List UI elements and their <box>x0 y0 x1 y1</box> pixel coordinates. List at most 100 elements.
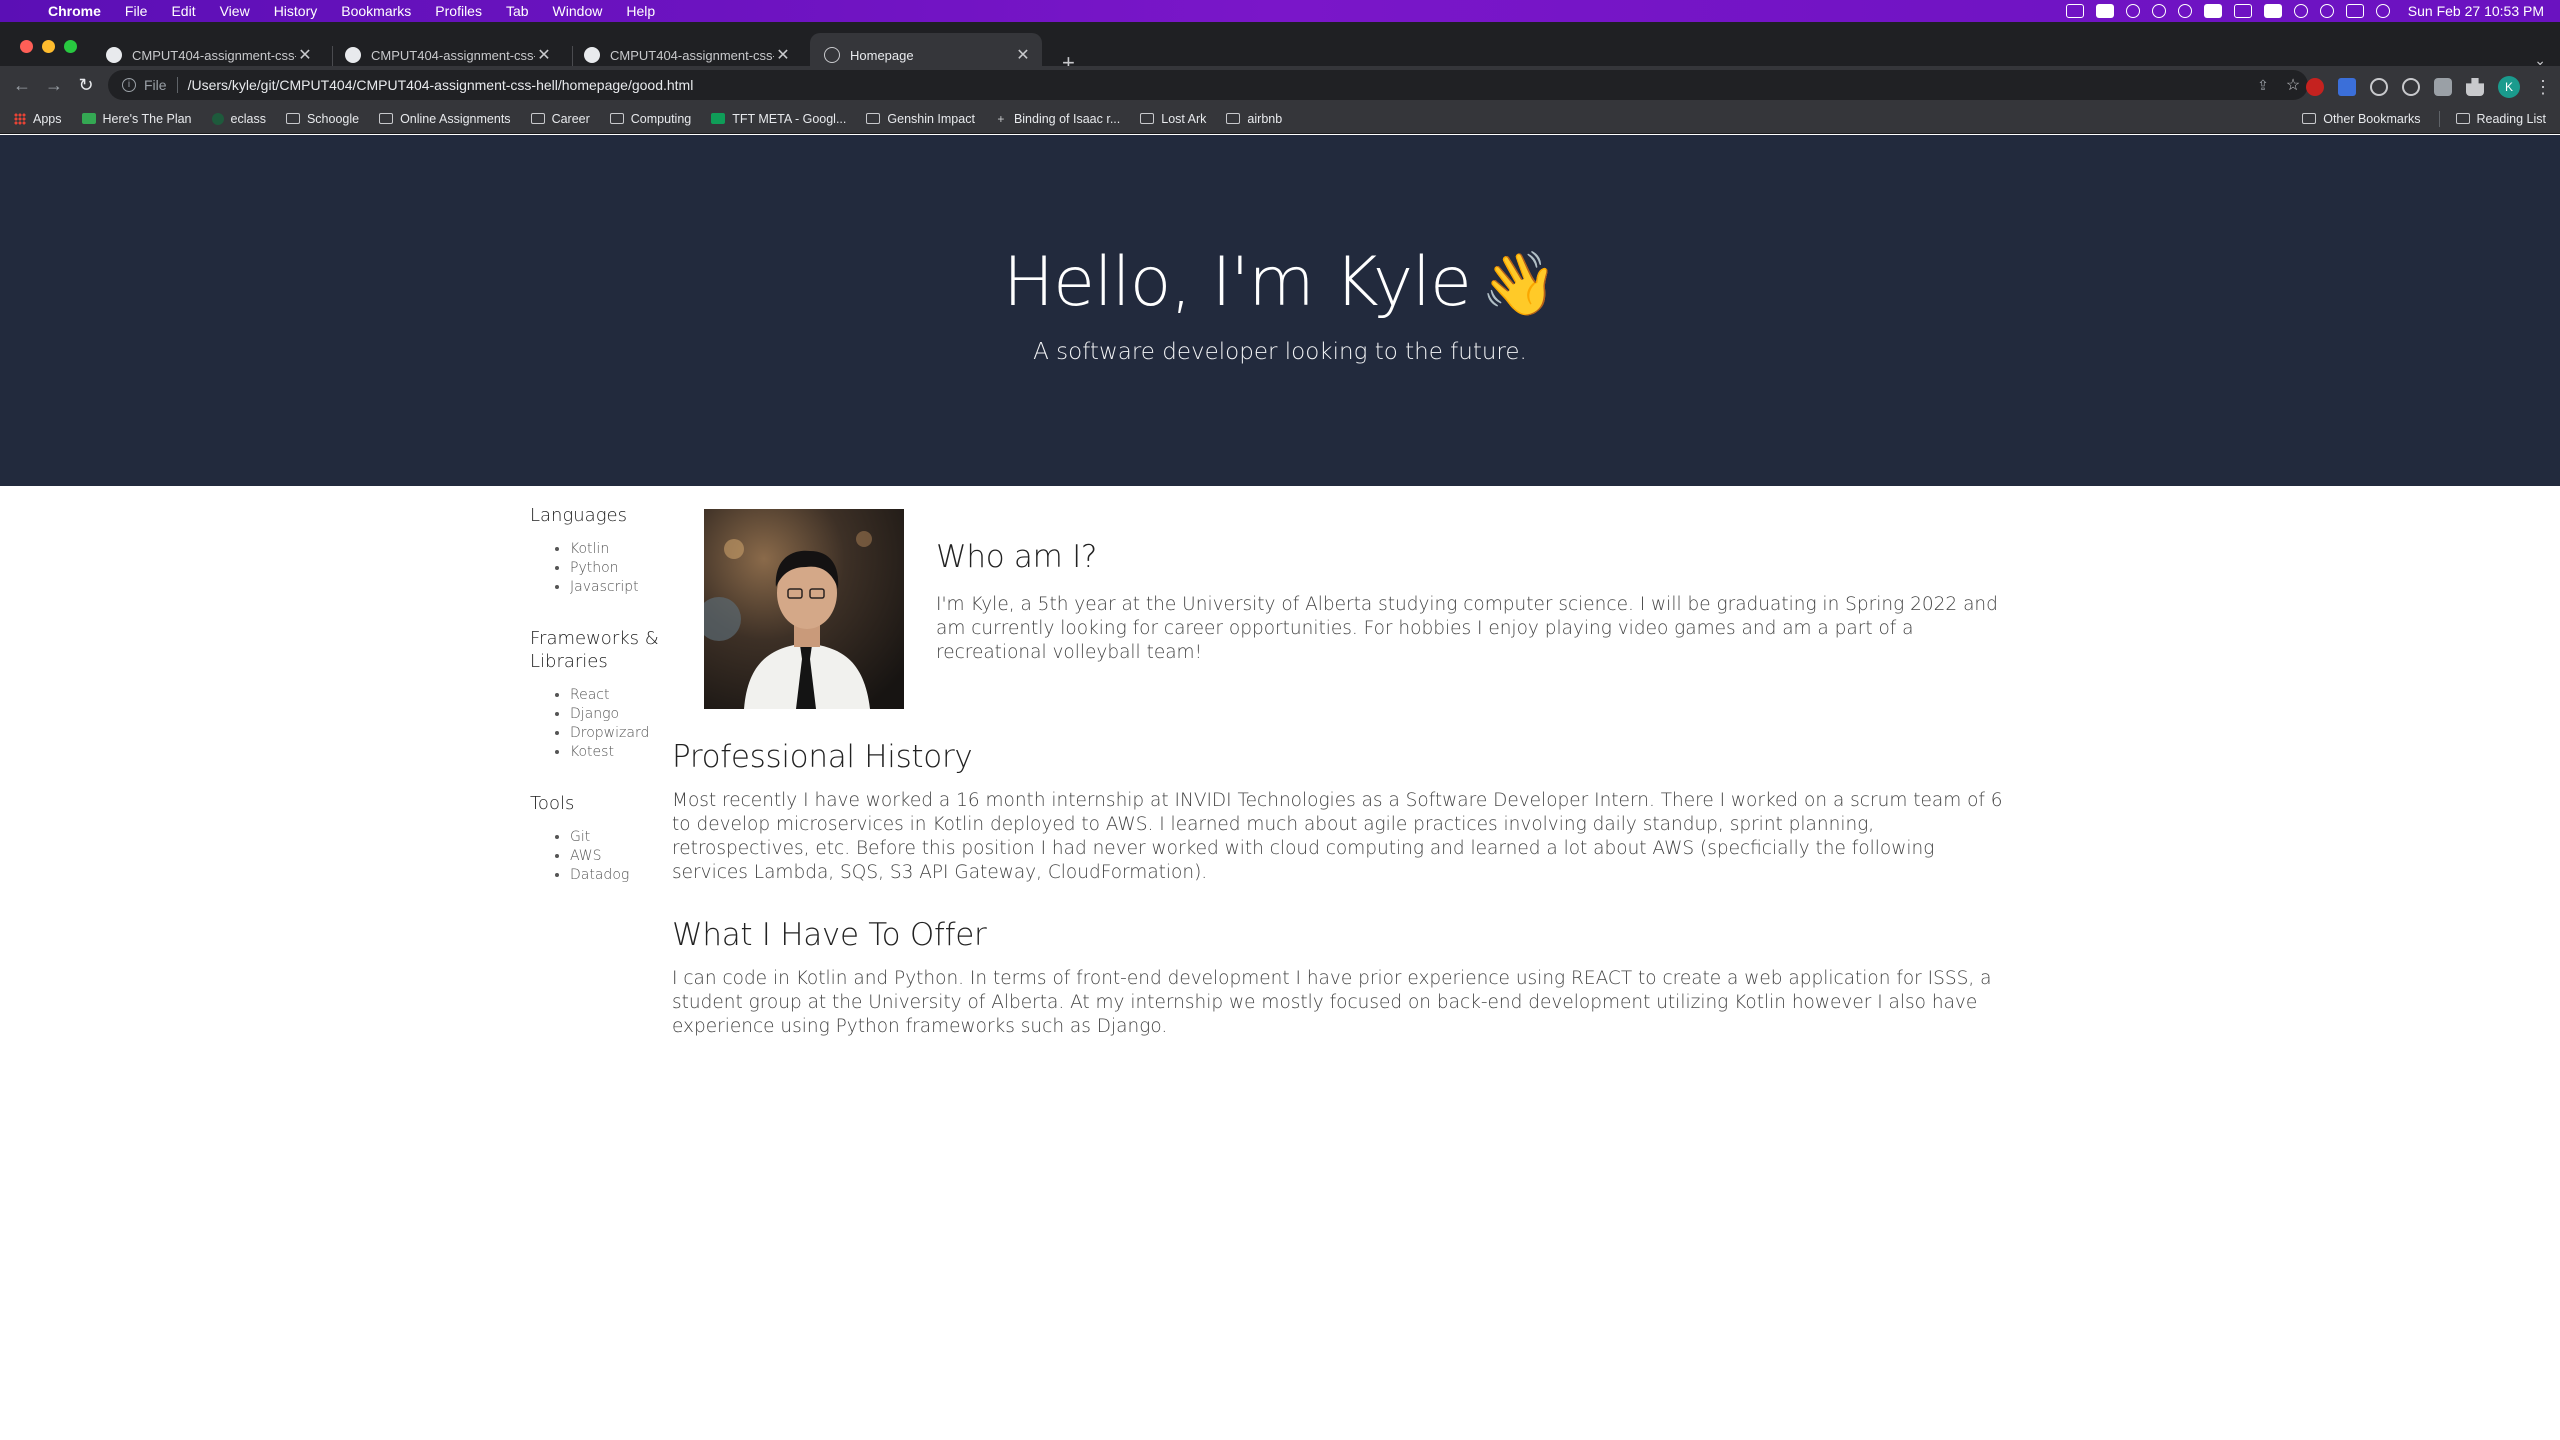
skill-list: React Django Dropwizard Kotest <box>570 686 670 762</box>
docker-icon[interactable] <box>2125 4 2140 18</box>
close-tab-icon[interactable]: ✕ <box>296 45 314 65</box>
bookmark-item[interactable]: TFT META - Googl... <box>711 112 846 126</box>
reader-extension-icon[interactable] <box>2434 78 2452 96</box>
screens-icon[interactable] <box>2233 4 2252 18</box>
bookmark-label: airbnb <box>1247 111 1283 126</box>
notification-app-icon[interactable] <box>2151 4 2166 18</box>
list-item: AWS <box>570 847 670 866</box>
list-item: React <box>570 686 670 705</box>
menu-view[interactable]: View <box>208 0 262 22</box>
bookmarks-bar: Apps Here's The Plan eclass Schoogle Onl… <box>0 104 2560 134</box>
menu-tab[interactable]: Tab <box>494 0 541 22</box>
settings-extension-icon[interactable] <box>2370 78 2388 96</box>
bookmark-label: eclass <box>230 111 266 126</box>
bookmark-item[interactable]: eclass <box>211 111 266 126</box>
page-title: Hello, I'm Kyle 👋 <box>0 243 2560 322</box>
bookmark-folder[interactable]: Lost Ark <box>1140 112 1206 126</box>
bookmark-label: Lost Ark <box>1161 111 1207 126</box>
section-text: Most recently I have worked a 16 month i… <box>672 790 2003 883</box>
menu-app-chrome[interactable]: Chrome <box>40 0 113 22</box>
keyboard-icon[interactable] <box>2203 4 2222 18</box>
address-url[interactable]: /Users/kyle/git/CMPUT404/CMPUT404-assign… <box>188 77 694 93</box>
sidebar-heading: Frameworks & Libraries <box>530 628 659 672</box>
skill-list: Kotlin Python Javascript <box>570 540 670 597</box>
menu-bar-clock[interactable]: Sun Feb 27 10:53 PM <box>2408 3 2544 19</box>
zoom-window-button[interactable] <box>64 40 77 53</box>
bookmark-item[interactable]: + Binding of Isaac r... <box>995 112 1120 126</box>
tab-title: Homepage <box>850 47 914 63</box>
menu-profiles[interactable]: Profiles <box>423 0 494 22</box>
site-info-icon[interactable]: i <box>122 78 136 92</box>
folder-icon <box>530 113 545 124</box>
bookmark-label: Computing <box>630 111 692 126</box>
back-button[interactable]: ← <box>6 75 38 96</box>
bookmark-label: TFT META - Googl... <box>732 111 847 126</box>
close-window-button[interactable] <box>20 40 33 53</box>
hero-title-text: Hello, I'm Kyle <box>1002 243 1472 322</box>
bookmark-label: Here's The Plan <box>102 111 192 126</box>
spotlight-search-icon[interactable] <box>2319 4 2334 18</box>
browser-toolbar: ← → ↻ i File /Users/kyle/git/CMPUT404/CM… <box>0 66 2560 104</box>
reading-list[interactable]: Reading List <box>2455 111 2547 126</box>
list-item: Kotest <box>570 743 670 762</box>
bookmark-star-icon[interactable]: ☆ <box>2278 75 2308 95</box>
share-icon[interactable]: ⇪ <box>2248 77 2278 94</box>
forward-button[interactable]: → <box>38 75 70 96</box>
who-am-i-section: Who am I? I'm Kyle, a 5th year at the Un… <box>936 539 2006 665</box>
folder-icon <box>1140 113 1155 124</box>
close-tab-icon[interactable]: ✕ <box>535 45 553 65</box>
list-item: Python <box>570 559 670 578</box>
apps-grid-icon <box>14 112 26 125</box>
reload-button[interactable]: ↻ <box>70 75 102 96</box>
menu-help[interactable]: Help <box>614 0 667 22</box>
bookmarks-right: Other Bookmarks Reading List <box>2280 110 2560 127</box>
status-menu-area: Sun Feb 27 10:53 PM <box>2065 0 2560 22</box>
play-icon[interactable] <box>2177 4 2192 18</box>
puzzle-extensions-icon[interactable] <box>2466 78 2484 96</box>
minimize-window-button[interactable] <box>42 40 55 53</box>
address-bar[interactable]: i File /Users/kyle/git/CMPUT404/CMPUT404… <box>108 70 2308 100</box>
siri-icon[interactable] <box>2375 4 2390 18</box>
list-item: Django <box>570 705 670 724</box>
ublock-extension-icon[interactable] <box>2306 78 2324 96</box>
bookmark-label: Reading List <box>2476 111 2547 126</box>
sidebar-heading: Languages <box>530 505 627 526</box>
menu-edit[interactable]: Edit <box>159 0 207 22</box>
chrome-menu-icon[interactable]: ⋮ <box>2534 77 2552 98</box>
bookmark-label: Online Assignments <box>400 111 511 126</box>
bookmark-folder[interactable]: Schoogle <box>285 112 359 126</box>
close-tab-icon[interactable]: ✕ <box>1014 45 1032 65</box>
bookmark-folder[interactable]: Genshin Impact <box>866 112 975 126</box>
input-source-icon[interactable] <box>2065 4 2084 18</box>
hero-subtitle: A software developer looking to the futu… <box>1033 339 1527 365</box>
github-icon <box>584 47 600 63</box>
close-tab-icon[interactable]: ✕ <box>774 45 792 65</box>
skills-sidebar: Languages Kotlin Python Javascript Frame… <box>530 504 670 915</box>
folder-icon <box>1226 113 1241 124</box>
globe-icon <box>824 47 840 63</box>
wifi-icon[interactable] <box>2293 4 2308 18</box>
bookmark-folder[interactable]: Career <box>530 112 590 126</box>
bookmark-other[interactable]: Other Bookmarks <box>2302 112 2421 126</box>
menu-file[interactable]: File <box>113 0 160 22</box>
window-controls <box>20 40 77 53</box>
record-extension-icon[interactable] <box>2402 78 2420 96</box>
section-heading: Professional History <box>672 739 973 775</box>
menu-window[interactable]: Window <box>541 0 615 22</box>
tab-title: CMPUT404-assignment-css-h <box>132 47 296 63</box>
profile-avatar[interactable]: K <box>2498 76 2520 98</box>
notebook-icon <box>81 113 96 124</box>
bookmark-folder[interactable]: airbnb <box>1226 112 1282 126</box>
bookmark-folder[interactable]: Online Assignments <box>379 111 511 126</box>
bitwarden-extension-icon[interactable] <box>2338 78 2356 96</box>
bookmark-apps[interactable]: Apps <box>14 112 62 126</box>
battery-icon[interactable] <box>2263 4 2282 18</box>
app-status-icon[interactable] <box>2095 4 2114 18</box>
main-content: Who am I? I'm Kyle, a 5th year at the Un… <box>672 509 2007 1039</box>
control-center-icon[interactable] <box>2345 4 2364 18</box>
menu-bookmarks[interactable]: Bookmarks <box>329 0 423 22</box>
bookmark-folder[interactable]: Computing <box>609 111 692 126</box>
list-item: Datadog <box>570 866 670 885</box>
menu-history[interactable]: History <box>262 0 330 22</box>
bookmark-item[interactable]: Here's The Plan <box>81 111 192 126</box>
